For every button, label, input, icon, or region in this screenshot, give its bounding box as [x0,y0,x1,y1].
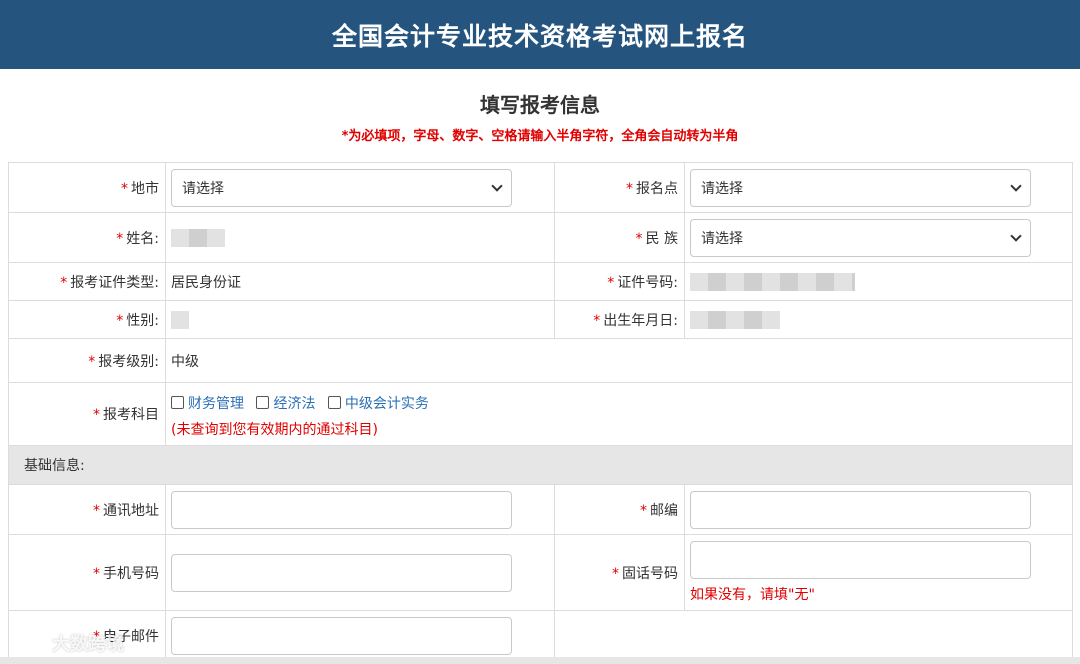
gender-value-redacted [171,310,189,329]
exam-level-value: 中级 [165,338,1073,383]
subject-option[interactable]: 财务管理 [171,393,244,413]
id-number-value-redacted [690,272,855,291]
ethnicity-select[interactable]: 请选择 [690,218,1031,257]
email-input[interactable] [171,616,512,655]
site-title: 全国会计专业技术资格考试网上报名 [331,21,748,51]
city-label: * 地市 [8,162,166,213]
checkbox[interactable] [171,396,184,410]
id-type-label: * 报考证件类型: [8,262,166,301]
city-select[interactable]: 请选择 [171,168,512,207]
registration-form: * 地市 请选择 * 报名点 请选择 * 姓名: * 民 族 请选择 * 报考证件类型: … [8,162,1073,661]
subject-option[interactable]: 中级会计实务 [327,393,429,413]
id-number-label: * 证件号码: [554,262,685,301]
postcode-label: * 邮编 [554,484,685,535]
id-type-value: 居民身份证 [165,262,555,301]
birth-date-value-redacted [690,310,780,329]
address-input[interactable] [171,490,512,529]
subjects-hint: (未查询到您有效期内的通过科目) [171,422,378,439]
page-title: 填写报考信息 [480,93,600,117]
exam-site-select[interactable]: 请选择 [690,168,1031,207]
name-label: * 姓名: [8,212,166,263]
empty-cell [554,610,1073,661]
exam-site-label: * 报名点 [554,162,685,213]
name-value-redacted [171,228,225,247]
ethnicity-label: * 民 族 [554,212,685,263]
required-notice: *为必填项，字母、数字、空格请输入半角字符，全角会自动转为半角 [341,129,739,144]
birth-date-label: * 出生年月日: [554,300,685,339]
subjects-label: * 报考科目 [8,382,166,446]
checkbox[interactable] [327,396,341,410]
chevron-down-icon [1010,229,1022,242]
landline-hint: 如果没有，请填"无" [690,587,815,603]
exam-level-label: * 报考级别: [8,338,166,383]
mobile-label: * 手机号码 [8,534,166,611]
mobile-input[interactable] [171,553,512,592]
landline-label: * 固话号码 [554,534,685,611]
address-label: * 通讯地址 [8,484,166,535]
postcode-input[interactable] [690,490,1031,529]
chevron-down-icon [1010,179,1022,192]
watermark-logo-icon [10,632,46,654]
chevron-down-icon [491,179,503,192]
watermark: 大数跨境 [10,630,124,656]
bottom-strip [0,657,1080,664]
landline-input[interactable] [690,541,1031,579]
section-title-basic-info: 基础信息: [8,445,1073,485]
checkbox[interactable] [256,396,270,410]
header-bar: 全国会计专业技术资格考试网上报名 [0,0,1080,69]
gender-label: * 性别: [8,300,166,339]
subject-option[interactable]: 经济法 [256,393,315,413]
